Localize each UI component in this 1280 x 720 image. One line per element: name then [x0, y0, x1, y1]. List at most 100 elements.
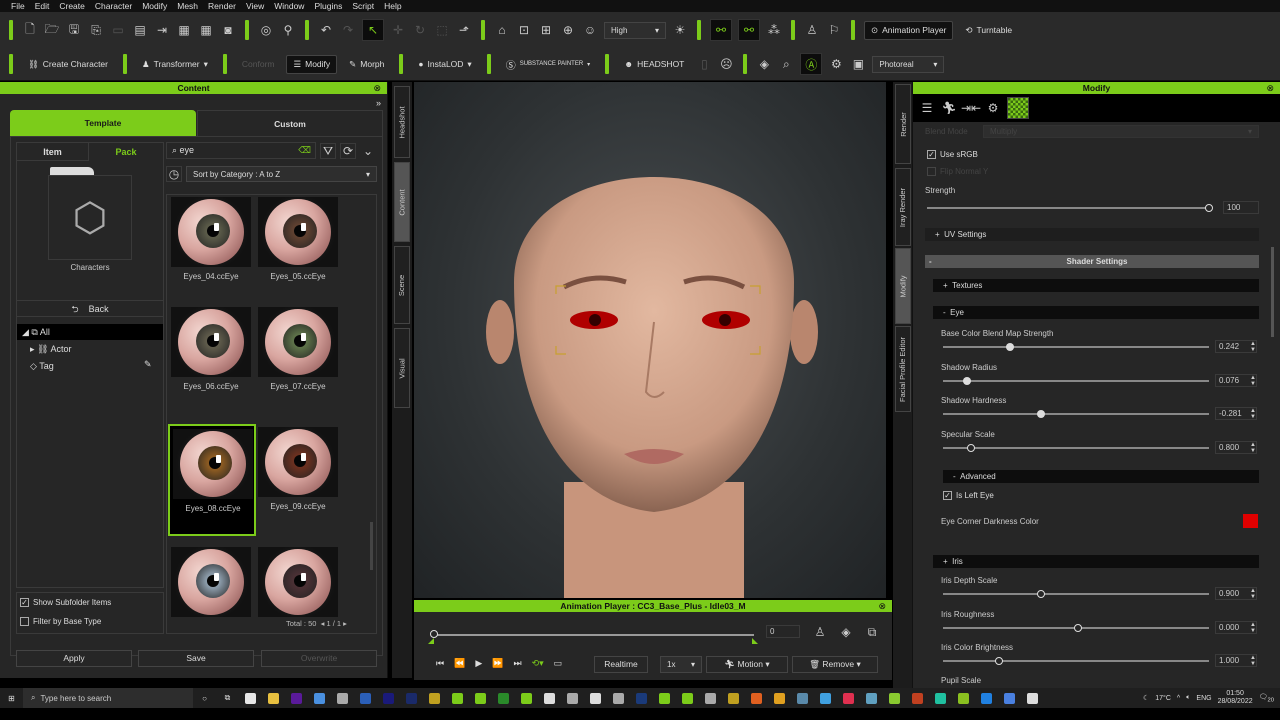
character-icon[interactable]: ♙ [804, 22, 820, 38]
frame-selected-icon[interactable]: ⊞ [538, 22, 554, 38]
taskbar-app-icon[interactable] [561, 688, 584, 708]
timeline-slider[interactable] [430, 630, 754, 638]
spinner-arrows-icon[interactable]: ▲ ▼ [1250, 588, 1256, 600]
subtab-item[interactable]: Item [17, 143, 89, 161]
move-icon[interactable]: ✛ [390, 22, 406, 38]
search-input[interactable]: ⌕ eye ⌫ [166, 142, 316, 159]
modify-scrollbar[interactable] [1271, 247, 1274, 337]
3d-viewport[interactable] [414, 82, 886, 598]
taskbar-app-icon[interactable] [975, 688, 998, 708]
uv-settings-section[interactable]: + UV Settings [925, 228, 1259, 241]
head-icon[interactable]: ☹ [718, 56, 734, 72]
value-slider[interactable] [943, 443, 1209, 452]
content-item[interactable]: Eyes_07.ccEye [255, 304, 343, 416]
windows-start-icon[interactable]: ⊞ [0, 688, 23, 708]
bone-edit-icon[interactable]: ⚯ [738, 19, 760, 41]
overwrite-button[interactable]: Overwrite [261, 650, 377, 667]
value-slider[interactable] [943, 410, 1209, 418]
export-character-icon[interactable]: ⎘ [88, 22, 104, 38]
value-slider[interactable] [943, 657, 1209, 665]
slider-handle[interactable] [1006, 343, 1015, 351]
iris-section[interactable]: + Iris [933, 555, 1259, 568]
render-cube-icon[interactable]: ◈ [756, 56, 772, 72]
taskbar-app-icon[interactable] [308, 688, 331, 708]
flip-normal-checkbox[interactable]: Flip Normal Y [927, 167, 988, 177]
motion-button[interactable]: 🏃︎ Motion ▾ [706, 656, 788, 673]
scale-icon[interactable]: ⬚ [434, 22, 450, 38]
open-folder-icon[interactable]: 🗁 [44, 22, 60, 38]
filter-base-type-checkbox[interactable]: Filter by Base Type [20, 617, 101, 627]
expression-icon[interactable]: ☺ [582, 22, 598, 38]
blend-mode-dropdown[interactable]: Multiply ▾ [983, 125, 1259, 138]
fbx-export-icon[interactable]: ▦ [198, 22, 214, 38]
task-view-icon[interactable]: ⧉ [216, 688, 239, 708]
transformer-button[interactable]: ♟ Transformer ▾ [136, 56, 214, 73]
speed-dropdown[interactable]: 1x ▾ [660, 656, 702, 673]
flag-icon[interactable]: ⚐ [826, 22, 842, 38]
menu-help[interactable]: Help [379, 0, 406, 12]
pose-icon[interactable]: ⚲ [280, 22, 296, 38]
back-button[interactable]: ⮌ Back [17, 300, 163, 317]
turntable-button[interactable]: ⟲ Turntable [959, 22, 1018, 39]
spinner-arrows-icon[interactable]: ▲ ▼ [1250, 655, 1256, 667]
headshot-button[interactable]: ☻ HEADSHOT [618, 56, 690, 72]
tab-render[interactable]: Render [895, 84, 911, 164]
value-slider[interactable] [943, 376, 1209, 385]
quality-dropdown[interactable]: High ▾ [604, 21, 666, 39]
sort-dropdown[interactable]: Sort by Category : A to Z ▾ [186, 166, 377, 182]
tree-item-actor[interactable]: ▸ ⛓ Actor [30, 342, 71, 356]
taskbar-app-icon[interactable] [331, 688, 354, 708]
slider-handle[interactable] [1074, 623, 1082, 632]
taskbar-app-icon[interactable] [469, 688, 492, 708]
content-item[interactable]: Eyes_08.ccEye [168, 424, 256, 536]
conform-button[interactable]: Conform [236, 56, 281, 72]
notification-icon[interactable]: 🗨︎20 [1259, 693, 1274, 703]
value-slider[interactable] [943, 590, 1209, 598]
spinner-arrows-icon[interactable]: ▲ ▼ [1250, 375, 1256, 387]
slider-handle[interactable] [962, 376, 971, 385]
value-slider[interactable] [943, 623, 1209, 632]
textures-section[interactable]: + Textures [933, 279, 1259, 292]
window-icon[interactable]: ⧉ [864, 624, 880, 640]
weather-icon[interactable]: ☾ [1143, 694, 1149, 702]
cubes-icon[interactable]: ⁂ [766, 22, 782, 38]
strength-input[interactable]: 100 [1223, 201, 1259, 214]
tree-item-tag[interactable]: ◇ Tag [30, 359, 54, 373]
menu-plugins[interactable]: Plugins [309, 0, 347, 12]
render-mode-dropdown[interactable]: Photoreal ▾ [872, 55, 945, 73]
menu-mesh[interactable]: Mesh [172, 0, 203, 12]
auto-icon[interactable]: Ⓐ [800, 53, 823, 75]
character-lock-icon[interactable]: ♙ [812, 624, 828, 640]
save-icon[interactable]: 🖫 [66, 22, 82, 38]
range-end-marker[interactable] [752, 638, 758, 644]
spinner-arrows-icon[interactable]: ▲ ▼ [1250, 408, 1256, 420]
eye-section[interactable]: - Eye [933, 306, 1259, 319]
tab-scene[interactable]: Scene [394, 246, 410, 324]
taskbar-app-icon[interactable] [354, 688, 377, 708]
remove-button[interactable]: 🗑︎ Remove ▾ [792, 656, 878, 673]
select-icon[interactable]: ↖ [362, 19, 384, 41]
grid-scrollbar[interactable] [370, 522, 373, 570]
save-button[interactable]: Save [138, 650, 254, 667]
rewind-icon[interactable]: ⏪ [454, 658, 465, 669]
taskbar-app-icon[interactable] [630, 688, 653, 708]
taskbar-app-icon[interactable] [423, 688, 446, 708]
spinner-arrows-icon[interactable]: ▲ ▼ [1250, 622, 1256, 634]
taskbar-app-icon[interactable] [607, 688, 630, 708]
close-icon[interactable]: ⊗ [1266, 82, 1274, 94]
taskbar-app-icon[interactable] [492, 688, 515, 708]
taskbar-app-icon[interactable] [699, 688, 722, 708]
camera-rotate-icon[interactable]: ◈ [838, 624, 854, 640]
physics-icon[interactable]: ⚙ [985, 100, 1001, 116]
frame-input[interactable]: 0 [766, 625, 800, 638]
substance-painter-button[interactable]: Ⓢ SUBSTANCE PAINTER ▾ [500, 54, 596, 75]
taskbar-search[interactable]: ⌕ Type here to search [23, 688, 193, 708]
tab-content[interactable]: Content [394, 162, 410, 242]
expand-circle-icon[interactable]: ⌄ [360, 143, 376, 159]
taskbar-app-icon[interactable] [837, 688, 860, 708]
clock[interactable]: 01:50 28/08/2022 [1218, 690, 1253, 706]
phone-icon[interactable]: ▯ [696, 56, 712, 72]
bone-icon[interactable]: ⚯ [710, 19, 732, 41]
taskbar-app-icon[interactable] [285, 688, 308, 708]
cortana-icon[interactable]: ○ [193, 688, 216, 708]
